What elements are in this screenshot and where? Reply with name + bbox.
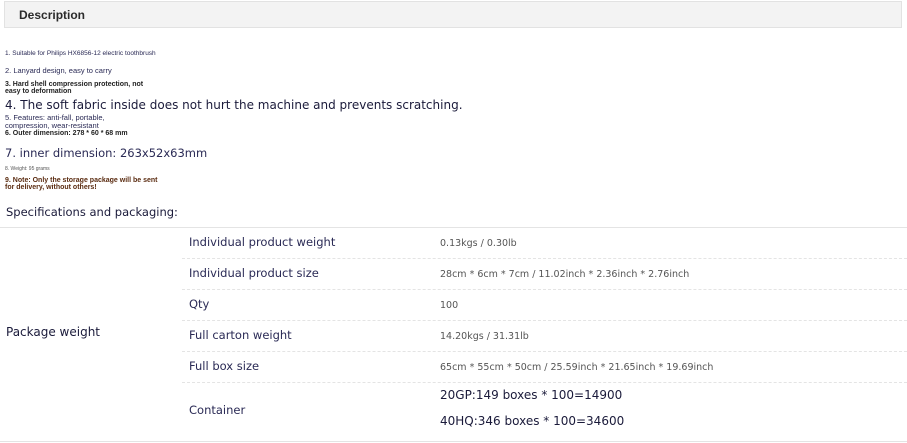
spec-row-container: Container 20GP:149 boxes * 100=14900 40H… <box>182 383 907 441</box>
spec-label: Full carton weight <box>189 328 292 342</box>
spec-value: 14.20kgs / 31.31lb <box>440 331 529 342</box>
description-item-4: 4. The soft fabric inside does not hurt … <box>5 98 463 112</box>
spec-label: Container <box>189 403 246 417</box>
spec-value: 28cm * 6cm * 7cm / 11.02inch * 2.36inch … <box>440 269 690 280</box>
spec-value-20gp: 20GP:149 boxes * 100=14900 <box>440 388 623 402</box>
spec-value-40hq: 40HQ:346 boxes * 100=34600 <box>440 414 625 428</box>
spec-row-box-size: Full box size 65cm * 55cm * 50cm / 25.59… <box>182 352 907 383</box>
spec-row-qty: Qty 100 <box>182 290 907 321</box>
tab-description[interactable]: Description <box>19 8 85 22</box>
description-item-1: 1. Suitable for Philips HX6856-12 electr… <box>5 50 156 57</box>
spec-label: Full box size <box>189 359 260 373</box>
spec-label: Individual product size <box>189 266 319 280</box>
spec-value: 65cm * 55cm * 50cm / 25.59inch * 21.65in… <box>440 362 714 373</box>
description-item-8: 8. Weight: 95 grams <box>5 166 50 172</box>
description-tab-bar: Description <box>4 1 902 28</box>
spec-value: 0.13kgs / 0.30lb <box>440 238 517 249</box>
description-item-7: 7. inner dimension: 263x52x63mm <box>5 146 208 160</box>
spec-value: 100 <box>440 300 459 311</box>
specs-title: Specifications and packaging: <box>6 205 178 219</box>
spec-label: Qty <box>189 297 210 311</box>
table-bottom-rule <box>0 441 907 442</box>
description-item-2: 2. Lanyard design, easy to carry <box>5 66 112 75</box>
spec-row-weight: Individual product weight 0.13kgs / 0.30… <box>182 228 907 259</box>
package-weight-label: Package weight <box>6 325 101 339</box>
spec-row-size: Individual product size 28cm * 6cm * 7cm… <box>182 259 907 290</box>
description-item-9: 9. Note: Only the storage package will b… <box>5 177 158 191</box>
spec-label: Individual product weight <box>189 235 336 249</box>
description-item-3: 3. Hard shell compression protection, no… <box>5 81 144 95</box>
description-item-5: 5. Features: anti-fall, portable, compre… <box>5 113 105 130</box>
spec-row-carton-weight: Full carton weight 14.20kgs / 31.31lb <box>182 321 907 352</box>
description-item-6: 6. Outer dimension: 278 * 60 * 68 mm <box>5 130 128 137</box>
